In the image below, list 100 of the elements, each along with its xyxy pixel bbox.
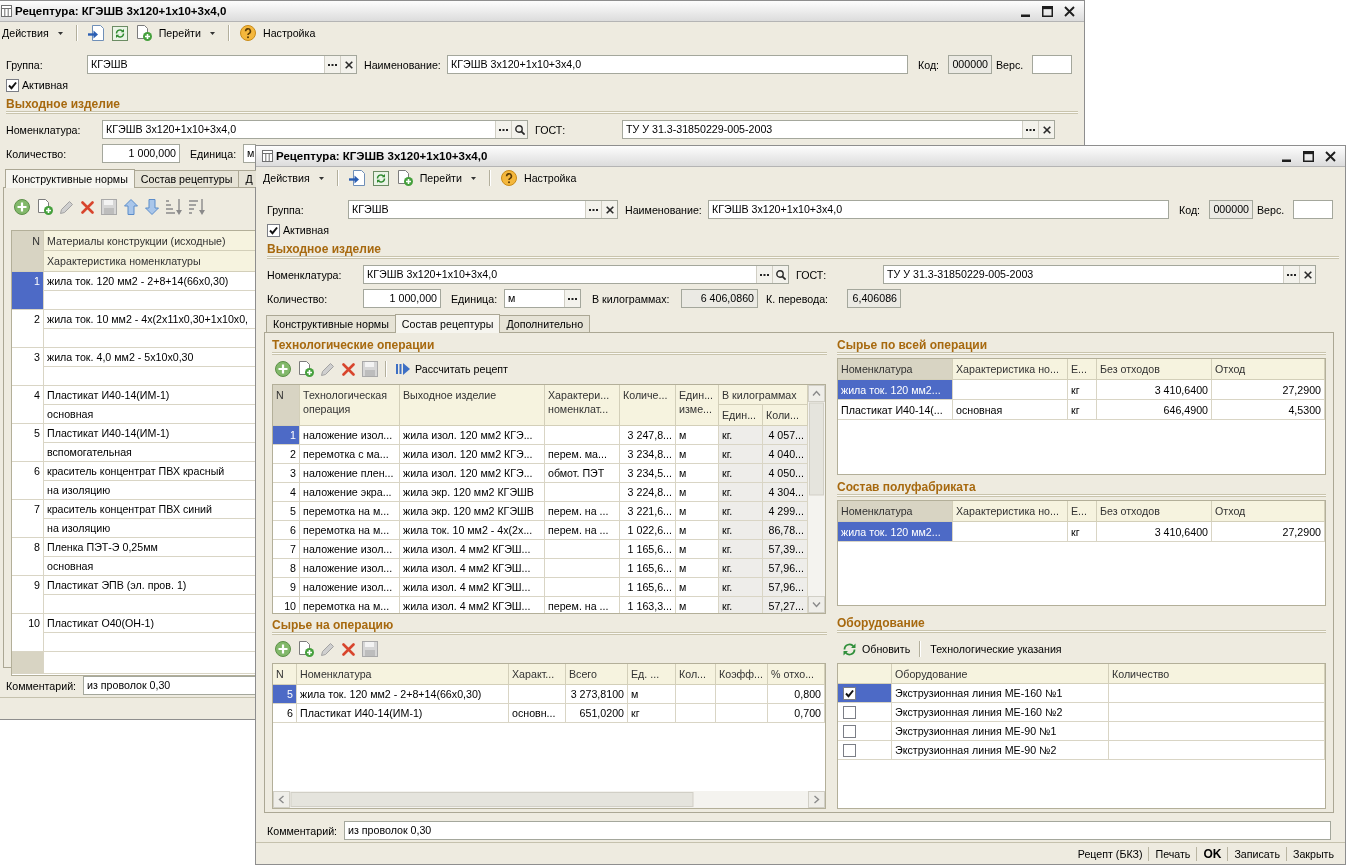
select-button[interactable] <box>564 290 580 307</box>
input-field[interactable]: КГЭШВ <box>348 200 618 219</box>
refresh-icon[interactable] <box>111 25 128 41</box>
input-field[interactable] <box>1293 200 1333 219</box>
input-field[interactable]: 000000 <box>1209 200 1253 219</box>
input-field[interactable]: КГЭШВ 3х120+1х10+3х4,0 <box>102 120 528 139</box>
play-icon <box>396 363 410 375</box>
checkbox[interactable] <box>843 705 856 719</box>
document-arrow-icon[interactable] <box>87 25 104 41</box>
add-icon[interactable] <box>14 199 30 215</box>
document-arrow-icon[interactable] <box>348 170 365 186</box>
settings-button[interactable]: Настройка <box>520 168 580 188</box>
actions-menu-button[interactable]: Действия <box>260 168 331 188</box>
checkbox[interactable] <box>843 724 856 738</box>
delete-icon[interactable] <box>342 362 355 376</box>
search-button[interactable] <box>511 121 527 138</box>
clear-button[interactable] <box>601 201 617 218</box>
footer-button[interactable]: Печать <box>1149 844 1197 863</box>
select-button[interactable] <box>1022 121 1038 138</box>
horizontal-scrollbar[interactable] <box>273 791 825 808</box>
section-title: Состав полуфабриката <box>837 480 976 494</box>
input-field[interactable]: КГЭШВ 3х120+1х10+3х4,0 <box>447 55 908 74</box>
arrow-up-icon[interactable] <box>124 199 138 215</box>
footer-button[interactable]: Записать <box>1228 844 1286 863</box>
add-icon[interactable] <box>275 641 291 657</box>
checkbox[interactable] <box>6 78 19 92</box>
input-field[interactable]: из проволок 0,30 <box>344 821 1331 840</box>
pencil-icon[interactable] <box>321 362 335 376</box>
settings-button[interactable]: Настройка <box>259 23 319 43</box>
input-field[interactable]: КГЭШВ 3х120+1х10+3х4,0 <box>708 200 1169 219</box>
floppy-icon[interactable] <box>362 641 378 657</box>
input-field[interactable]: 1 000,000 <box>102 144 180 163</box>
column-header: Характ... <box>509 664 566 685</box>
floppy-icon[interactable] <box>362 361 378 377</box>
tab[interactable]: Конструктивные нормы <box>5 169 135 188</box>
input-field[interactable]: м <box>504 289 581 308</box>
delete-icon[interactable] <box>81 200 94 214</box>
checkbox[interactable] <box>267 223 280 237</box>
sort-descending-icon[interactable] <box>189 199 205 215</box>
table-cell: кг. <box>719 445 763 464</box>
close-icon[interactable] <box>1064 5 1075 17</box>
input-field[interactable]: ТУ У 31.3-31850229-005-2003 <box>883 265 1316 284</box>
tab[interactable]: Дополнительно <box>499 315 591 332</box>
refresh-button[interactable]: Обновить <box>840 639 913 659</box>
close-icon[interactable] <box>1325 150 1336 162</box>
table-cell: перемотка с ма... <box>300 445 400 464</box>
select-button[interactable] <box>585 201 601 218</box>
table-cell: перемотка на м... <box>300 502 400 521</box>
sort-ascending-icon[interactable] <box>166 199 182 215</box>
refresh-icon[interactable] <box>372 170 389 186</box>
input-field[interactable]: 6,406086 <box>847 289 901 308</box>
delete-icon[interactable] <box>342 642 355 656</box>
go-to-menu-button[interactable]: Перейти <box>416 168 483 188</box>
tab[interactable]: Конструктивные нормы <box>266 315 396 332</box>
input-field[interactable]: 6 406,0860 <box>681 289 758 308</box>
input-field[interactable]: КГЭШВ 3х120+1х10+3х4,0 <box>363 265 789 284</box>
go-to-menu-button[interactable]: Перейти <box>155 23 222 43</box>
input-field[interactable] <box>1032 55 1072 74</box>
floppy-icon[interactable] <box>101 199 117 215</box>
calculate-button[interactable]: Рассчитать рецепт <box>394 359 510 379</box>
tab[interactable]: Состав рецептуры <box>133 170 240 187</box>
add-icon[interactable] <box>275 361 291 377</box>
clear-button[interactable] <box>340 56 356 73</box>
footer-button[interactable]: OK <box>1197 844 1228 863</box>
pencil-icon[interactable] <box>60 200 74 214</box>
input-field[interactable]: 000000 <box>948 55 992 74</box>
input-field[interactable]: КГЭШВ <box>87 55 357 74</box>
arrow-down-icon[interactable] <box>145 199 159 215</box>
maximize-icon[interactable] <box>1303 150 1314 162</box>
select-button[interactable] <box>324 56 340 73</box>
tab[interactable]: Д <box>238 170 256 187</box>
select-button[interactable] <box>1283 266 1299 283</box>
actions-menu-button[interactable]: Действия <box>0 23 70 43</box>
input-field[interactable]: из проволок 0,30 <box>83 676 256 695</box>
footer-button[interactable]: Рецепт (БКЗ) <box>1071 844 1149 863</box>
document-plus-icon[interactable] <box>37 199 53 215</box>
select-button[interactable] <box>756 266 772 283</box>
document-plus-icon[interactable] <box>135 25 152 41</box>
clear-button[interactable] <box>1038 121 1054 138</box>
checkbox[interactable] <box>843 686 856 700</box>
help-icon[interactable] <box>500 170 517 186</box>
table-cell: 57,96... <box>763 578 808 597</box>
select-button[interactable] <box>495 121 511 138</box>
checkbox[interactable] <box>843 743 856 757</box>
search-button[interactable] <box>772 266 788 283</box>
instructions-button[interactable]: Технологические указания <box>928 639 1064 659</box>
table-cell: 4 299... <box>763 502 808 521</box>
input-field[interactable]: ТУ У 31.3-31850229-005-2003 <box>622 120 1055 139</box>
table-cell: перем. ма... <box>545 445 620 464</box>
footer-button[interactable]: Закрыть <box>1286 844 1340 863</box>
clear-button[interactable] <box>1299 266 1315 283</box>
input-field[interactable]: 1 000,000 <box>363 289 441 308</box>
document-plus-icon[interactable] <box>298 641 314 657</box>
document-plus-icon[interactable] <box>298 361 314 377</box>
document-plus-icon[interactable] <box>396 170 413 186</box>
tab[interactable]: Состав рецептуры <box>394 314 501 333</box>
help-icon[interactable] <box>239 25 256 41</box>
maximize-icon[interactable] <box>1042 5 1053 17</box>
pencil-icon[interactable] <box>321 642 335 656</box>
vertical-scrollbar[interactable] <box>808 385 825 613</box>
